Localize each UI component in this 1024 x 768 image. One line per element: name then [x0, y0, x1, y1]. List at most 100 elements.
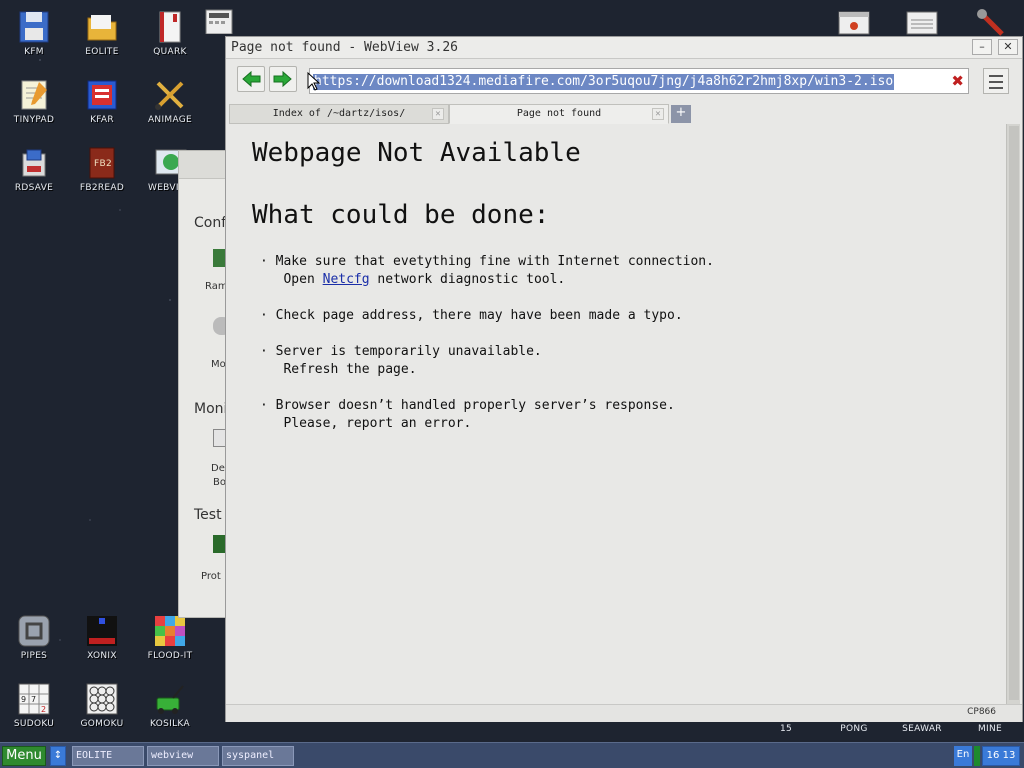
desktop-icon-label: RDSAVE	[14, 183, 54, 193]
svg-text:FB2: FB2	[94, 159, 112, 169]
netcfg-link[interactable]: Netcfg	[323, 272, 370, 287]
browser-menu-button[interactable]	[983, 68, 1009, 94]
tab-index[interactable]: Index of /~dartz/isos/ ✕	[229, 104, 449, 124]
tip-browser-response: · Browser doesn’t handled properly serve…	[260, 398, 675, 413]
activity-indicator	[974, 746, 980, 766]
desktop-icon-kfm[interactable]: KFM	[0, 10, 68, 57]
tip-check-address: · Check page address, there may have bee…	[260, 308, 683, 323]
desktop-icon-eolite[interactable]: EOLITE	[68, 10, 136, 57]
bg-section-test: Test	[194, 507, 222, 523]
desktop-icon-quark[interactable]: QUARK	[136, 10, 204, 57]
desktop-icon-top-right-3[interactable]	[972, 8, 1008, 39]
clock[interactable]: 16 13	[982, 746, 1020, 766]
tab-label: Page not found	[516, 108, 602, 119]
minimize-icon: –	[979, 40, 985, 53]
bg-item-mouse[interactable]: Mo	[211, 359, 226, 370]
new-tab-button[interactable]: +	[671, 105, 691, 123]
desktop-icon-top-right-1[interactable]	[836, 10, 872, 39]
task-eolite[interactable]: EOLITE	[72, 746, 144, 766]
desktop-icon-label-seawar[interactable]: SEAWAR	[888, 724, 956, 734]
desktop-icon-label: KFM	[24, 47, 44, 57]
tip-netcfg-prefix: Open	[260, 272, 323, 287]
bg-section-monitor: Moni	[194, 401, 228, 417]
mouse-cursor-icon	[307, 72, 321, 91]
desktop-icon-kfar[interactable]: KFAR	[68, 78, 136, 125]
tip-netcfg-suffix: network diagnostic tool.	[369, 272, 566, 287]
desktop-icon-label: WEBVI	[148, 183, 179, 193]
desktop-icon-sudoku[interactable]: 972 SUDOKU	[0, 682, 68, 729]
desktop-icon-label: KOSILKA	[150, 719, 190, 729]
desktop-icon-fb2read[interactable]: FB2 FB2READ	[68, 146, 136, 193]
tools-icon	[974, 8, 1006, 36]
pipes-icon	[17, 614, 51, 648]
rdsave-icon	[17, 146, 51, 180]
task-syspanel[interactable]: syspanel	[222, 746, 294, 766]
desktop-icon-flood-it[interactable]: FLOOD-IT	[136, 614, 204, 661]
desktop-icon-gomoku[interactable]: GOMOKU	[68, 682, 136, 729]
desktop-icon-calculator[interactable]	[204, 8, 234, 37]
xonix-icon	[85, 614, 119, 648]
tip-internet: · Make sure that evetything fine with In…	[260, 254, 714, 269]
desktop-icon-label: EOLITE	[85, 47, 119, 57]
address-bar[interactable]: https://download1324.mediafire.com/3or5u…	[309, 68, 969, 94]
back-button[interactable]	[237, 66, 265, 92]
paint-tools-icon	[153, 78, 187, 112]
bg-section-config: Conf	[194, 215, 227, 231]
desktop-icon-label-15[interactable]: 15	[752, 724, 820, 734]
sudoku-icon: 972	[17, 682, 51, 716]
vertical-scrollbar[interactable]	[1006, 124, 1020, 704]
desktop-icon-animage[interactable]: ANIMAGE	[136, 78, 204, 125]
desktop-icon-label: FLOOD-IT	[147, 651, 193, 661]
svg-text:9: 9	[21, 695, 26, 704]
desktop-icon-label-mine[interactable]: MINE	[956, 724, 1024, 734]
page-heading-what-to-do: What could be done:	[252, 200, 550, 230]
archive-icon	[85, 78, 119, 112]
desktop-icon-webview[interactable]: WEBVI	[136, 146, 187, 193]
text-window-icon	[906, 10, 938, 36]
calculator-icon	[205, 8, 233, 35]
scrollbar-thumb[interactable]	[1009, 126, 1019, 700]
start-menu-button[interactable]: Menu	[2, 746, 46, 766]
desktop-icon-tinypad[interactable]: TINYPAD	[0, 78, 68, 125]
tab-page-not-found[interactable]: Page not found ✕	[449, 104, 669, 124]
desktop-icon-label: TINYPAD	[13, 115, 55, 125]
clear-url-icon[interactable]: ✖	[951, 72, 964, 90]
tip-report-error: Please, report an error.	[260, 416, 472, 431]
desktop-icon-label: QUARK	[153, 47, 187, 57]
plus-icon: +	[675, 105, 687, 120]
desktop-icon-label: XONIX	[87, 651, 117, 661]
task-webview[interactable]: webview	[147, 746, 219, 766]
page-content: Webpage Not Available What could be done…	[226, 124, 1006, 704]
back-arrow-icon	[242, 70, 261, 88]
close-window-button[interactable]: ✕	[998, 39, 1018, 55]
desktop-icon-pipes[interactable]: PIPES	[0, 614, 68, 661]
window-titlebar[interactable]: Page not found - WebView 3.26 – ✕	[226, 37, 1022, 59]
page-heading-not-available: Webpage Not Available	[252, 138, 581, 168]
desktop-icon-label: GOMOKU	[80, 719, 124, 729]
tip-server-unavailable: · Server is temporarily unavailable.	[260, 344, 542, 359]
bg-item-de[interactable]: De	[211, 463, 225, 474]
bg-item-prot[interactable]: Prot	[201, 571, 221, 582]
tab-close-icon[interactable]: ✕	[652, 108, 664, 120]
desktop-icon-label: FB2READ	[79, 183, 125, 193]
desktop-icon-label: PIPES	[20, 651, 48, 661]
language-indicator[interactable]: En	[954, 746, 972, 766]
taskbar: Menu ↕ EOLITE webview syspanel En 16 13	[0, 742, 1024, 768]
desktop-icon-label-pong[interactable]: PONG	[820, 724, 888, 734]
desktop-icon-top-right-2[interactable]	[904, 10, 940, 39]
desktop-icon-label: KFAR	[90, 115, 114, 125]
encoding-label[interactable]: CP866	[967, 707, 996, 717]
desktop-icon-xonix[interactable]: XONIX	[68, 614, 136, 661]
desktop-icon-kosilka[interactable]: KOSILKA	[136, 682, 204, 729]
svg-text:7: 7	[31, 695, 36, 704]
address-bar-text[interactable]: https://download1324.mediafire.com/3or5u…	[313, 74, 895, 90]
window-title: Page not found - WebView 3.26	[231, 40, 458, 55]
flood-it-icon	[153, 614, 187, 648]
forward-button[interactable]	[269, 66, 297, 92]
desktop-icon-rdsave[interactable]: RDSAVE	[0, 146, 68, 193]
tab-label: Index of /~dartz/isos/	[272, 108, 406, 119]
minimize-button[interactable]: –	[972, 39, 992, 55]
tab-close-icon[interactable]: ✕	[432, 108, 444, 120]
switch-desktop-button[interactable]: ↕	[50, 746, 66, 766]
tip-netcfg-line: Open Netcfg network diagnostic tool.	[260, 272, 565, 287]
